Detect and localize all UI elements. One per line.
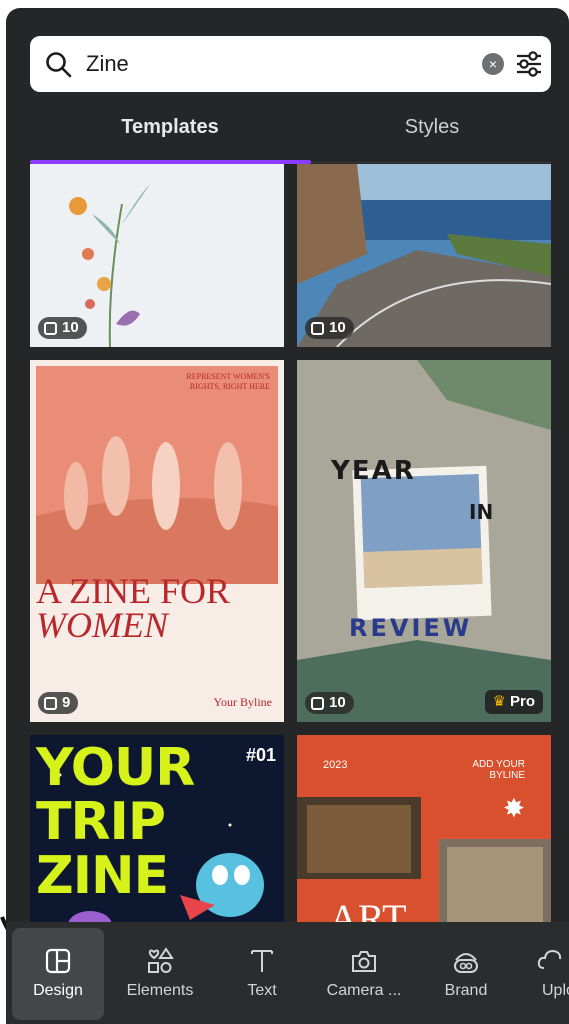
template-card-art[interactable]: 2023 ADD YOUR BYLINE ✸ ART xyxy=(297,735,551,924)
template-card-road[interactable]: 10 xyxy=(297,164,551,347)
add-byline-label: ADD YOUR BYLINE xyxy=(472,759,525,781)
nav-uploads[interactable]: Uplo xyxy=(522,928,569,1020)
pages-icon xyxy=(311,696,324,710)
page-count: 10 xyxy=(329,319,346,336)
page-count-badge: 9 xyxy=(38,692,79,714)
nav-design[interactable]: Design xyxy=(12,928,104,1020)
camera-icon xyxy=(352,951,376,972)
title-line-1: A ZINE FOR xyxy=(36,571,231,611)
nav-label: Design xyxy=(33,982,83,999)
byline: Your Byline xyxy=(213,695,272,709)
pages-icon xyxy=(44,321,57,335)
nav-label: Elements xyxy=(126,982,194,999)
nav-label: Brand xyxy=(444,982,488,999)
tab-divider xyxy=(311,162,551,163)
template-grid: 10 10 REPRESENT WOMEN'S RIGHTS, RIGHT HE… xyxy=(30,164,551,924)
search-icon xyxy=(46,52,72,78)
bottom-nav: Design Elements Text Camera ... Brand Up… xyxy=(6,922,569,1024)
women-photo xyxy=(36,366,278,584)
word-review: REVIEW xyxy=(349,614,473,642)
template-card-your-trip-zine[interactable]: YOUR TRIP ZINE #01 xyxy=(30,735,284,924)
card-title: ART xyxy=(329,896,407,924)
issue-number: #01 xyxy=(245,745,276,765)
nav-elements[interactable]: Elements xyxy=(114,928,206,1020)
design-panel: × Templates Styles xyxy=(6,8,569,1024)
tab-templates[interactable]: Templates xyxy=(30,116,310,164)
page-count: 10 xyxy=(329,694,346,711)
search-bar: × xyxy=(30,36,551,92)
page-count-badge: 10 xyxy=(305,692,354,714)
pro-label: Pro xyxy=(509,693,535,710)
page-count-badge: 10 xyxy=(38,317,87,339)
title-line-2: WOMEN xyxy=(36,605,168,645)
page-count: 10 xyxy=(62,319,79,336)
word-in: IN xyxy=(469,500,494,524)
pro-badge: ♛ Pro xyxy=(484,690,543,714)
pages-icon xyxy=(311,321,324,335)
word-year: YEAR xyxy=(331,456,416,486)
nav-label: Uplo xyxy=(542,982,569,999)
template-card-zine-for-women[interactable]: REPRESENT WOMEN'S RIGHTS, RIGHT HERE A Z… xyxy=(30,360,284,722)
text-icon xyxy=(251,950,273,972)
nav-brand[interactable]: Brand xyxy=(420,928,512,1020)
card-title: A ZINE FOR WOMEN xyxy=(36,571,231,645)
nav-label: Text xyxy=(247,982,277,999)
tagline: REPRESENT WOMEN'S RIGHTS, RIGHT HERE xyxy=(186,372,270,391)
layout-icon xyxy=(45,948,71,974)
collage-background xyxy=(297,360,551,722)
clear-search-button[interactable]: × xyxy=(482,53,504,75)
nav-label: Camera ... xyxy=(326,982,402,999)
page-count: 9 xyxy=(62,694,71,711)
upload-icon xyxy=(537,949,562,969)
star-icon: ✸ xyxy=(503,793,525,823)
template-card-floral[interactable]: 10 xyxy=(30,164,284,347)
nav-text[interactable]: Text xyxy=(216,928,308,1020)
page-count-badge: 10 xyxy=(305,317,354,339)
filter-icon[interactable] xyxy=(514,48,544,80)
crown-icon: ♛ xyxy=(492,693,506,710)
template-card-year-in-review[interactable]: YEAR IN REVIEW 10 ♛ Pro xyxy=(297,360,551,722)
year-label: 2023 xyxy=(323,759,348,771)
pages-icon xyxy=(44,696,57,710)
shapes-icon xyxy=(148,947,174,973)
search-input[interactable] xyxy=(86,36,446,92)
nav-camera[interactable]: Camera ... xyxy=(318,928,410,1020)
brand-icon xyxy=(454,953,478,973)
tab-styles[interactable]: Styles xyxy=(292,116,569,164)
